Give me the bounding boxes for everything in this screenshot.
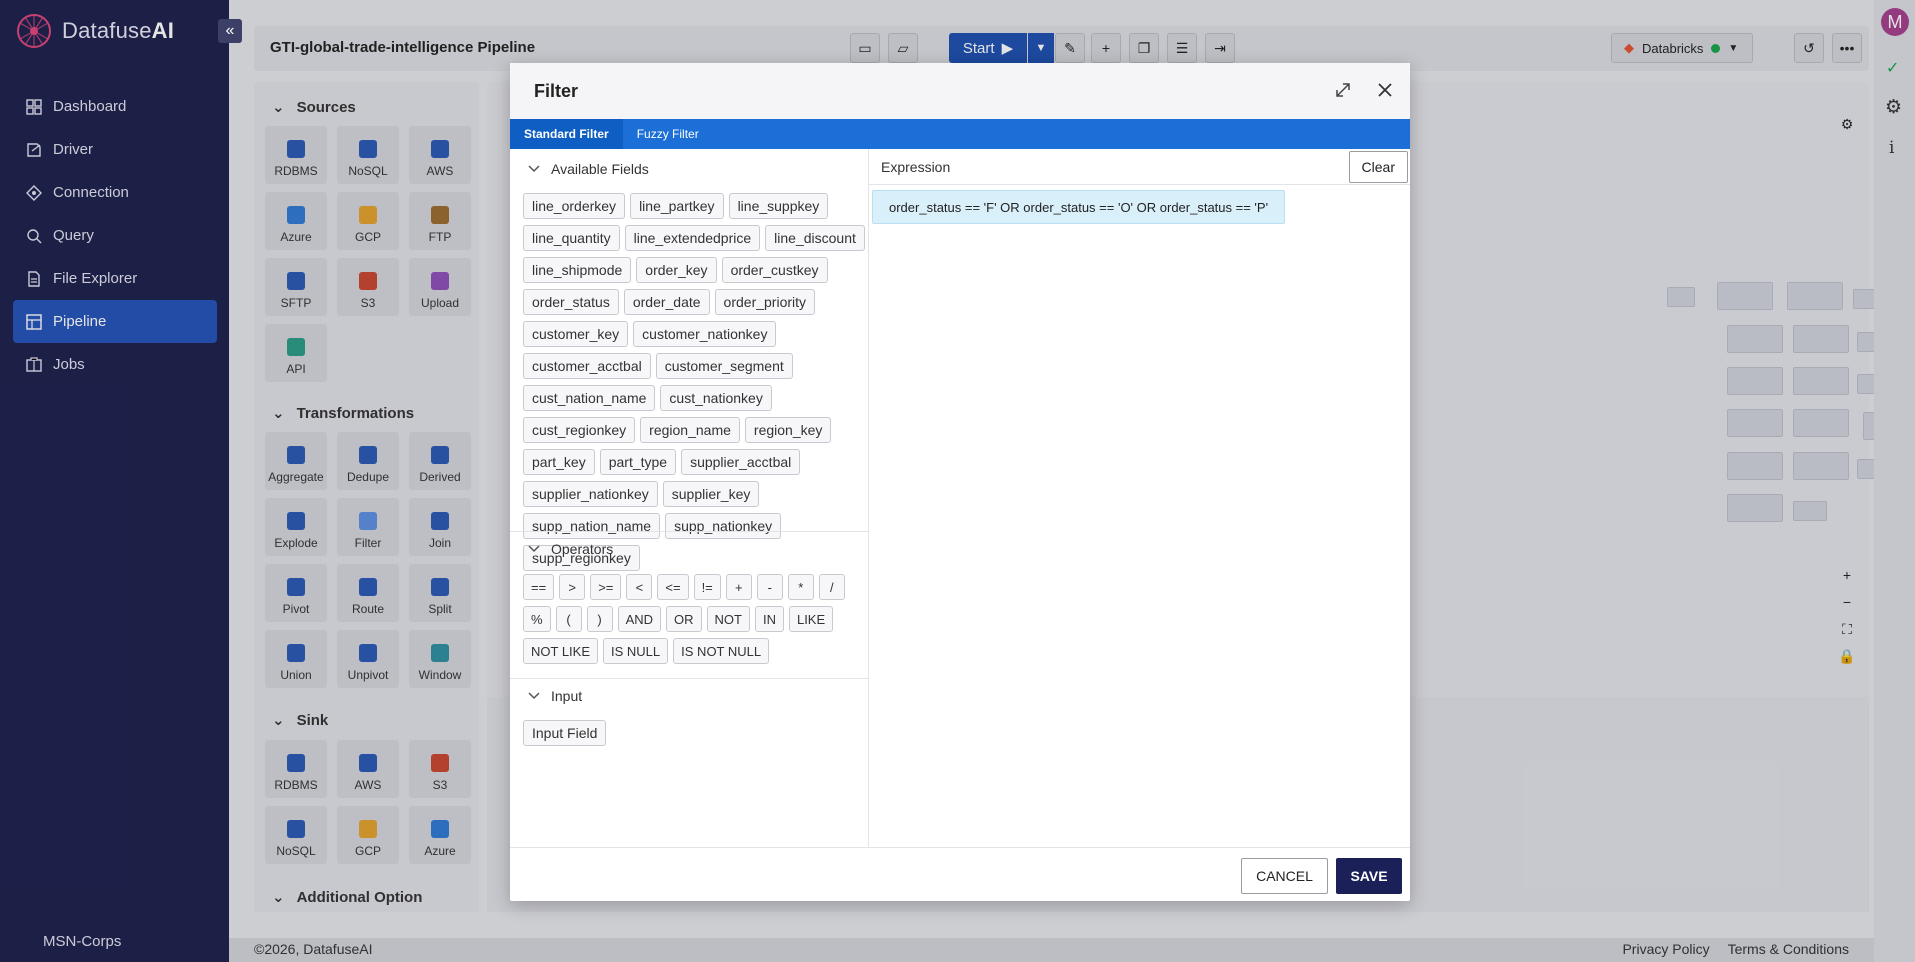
expression-header: Expression Clear <box>869 149 1410 185</box>
expression-label: Expression <box>881 159 951 175</box>
input-title: Input <box>551 688 583 704</box>
expand-icon <box>1336 83 1350 97</box>
operator-chip[interactable]: % <box>523 606 551 632</box>
input-toggle[interactable]: Input <box>528 688 582 704</box>
field-chip[interactable]: line_partkey <box>630 193 724 219</box>
field-chip[interactable]: supplier_nationkey <box>523 481 658 507</box>
field-chip[interactable]: cust_nation_name <box>523 385 656 411</box>
field-chip[interactable]: customer_acctbal <box>523 353 651 379</box>
operator-chip[interactable]: < <box>626 574 653 600</box>
operator-chip[interactable]: IN <box>754 606 784 632</box>
field-chip[interactable]: region_key <box>744 417 832 443</box>
collapse-sidebar-button[interactable]: « <box>218 19 242 43</box>
operator-chip[interactable]: AND <box>617 606 662 632</box>
field-chip[interactable]: line_orderkey <box>523 193 626 219</box>
section-divider <box>510 531 869 532</box>
filter-tabs: Standard Filter Fuzzy Filter <box>510 119 1410 149</box>
field-chip[interactable]: part_key <box>523 449 595 475</box>
operator-chip[interactable]: / <box>818 574 845 600</box>
operators-toggle[interactable]: Operators <box>528 541 613 557</box>
field-chip[interactable]: line_suppkey <box>728 193 829 219</box>
field-chip[interactable]: supplier_key <box>662 481 760 507</box>
operator-list: == > >= < <= != + - * / % ( ) AND OR NOT… <box>523 574 865 664</box>
close-button[interactable] <box>1372 77 1398 103</box>
operator-chip[interactable]: * <box>787 574 814 600</box>
operator-chip[interactable]: LIKE <box>788 606 834 632</box>
operator-chip[interactable]: + <box>725 574 752 600</box>
field-chip[interactable]: line_shipmode <box>523 257 632 283</box>
field-chip[interactable]: order_status <box>523 289 619 315</box>
expression-value[interactable]: order_status == 'F' OR order_status == '… <box>872 190 1286 224</box>
field-chip[interactable]: line_extendedprice <box>624 225 761 251</box>
tab-fuzzy-filter[interactable]: Fuzzy Filter <box>623 119 713 149</box>
available-fields-title: Available Fields <box>551 161 649 177</box>
chevron-down-icon <box>528 165 540 173</box>
operator-chip[interactable]: >= <box>590 574 622 600</box>
input-field-chip[interactable]: Input Field <box>523 720 607 746</box>
field-chip[interactable]: cust_regionkey <box>523 417 636 443</box>
operator-chip[interactable]: NOT LIKE <box>523 638 599 664</box>
operator-chip[interactable]: > <box>559 574 586 600</box>
modal-title: Filter <box>534 81 579 101</box>
tab-standard-filter[interactable]: Standard Filter <box>510 119 623 149</box>
operator-chip[interactable]: <= <box>657 574 689 600</box>
chevron-down-icon <box>528 692 540 700</box>
modal-body: Available Fields line_orderkey line_part… <box>510 149 1410 847</box>
clear-button[interactable]: Clear <box>1348 151 1408 183</box>
field-chip[interactable]: line_quantity <box>523 225 620 251</box>
field-chip[interactable]: order_priority <box>714 289 816 315</box>
expand-button[interactable] <box>1330 77 1356 103</box>
field-list: line_orderkey line_partkey line_suppkey … <box>523 193 865 571</box>
close-icon <box>1378 83 1392 97</box>
input-list: Input Field <box>523 720 865 746</box>
section-divider <box>510 678 869 679</box>
filter-modal: Filter Standard Filter Fuzzy Filter Avai… <box>510 63 1410 901</box>
field-chip[interactable]: cust_nationkey <box>660 385 772 411</box>
field-chip[interactable]: customer_segment <box>655 353 793 379</box>
field-chip[interactable]: line_discount <box>765 225 865 251</box>
modal-footer: CANCEL SAVE <box>510 847 1410 901</box>
cancel-button[interactable]: CANCEL <box>1241 858 1328 894</box>
field-chip[interactable]: order_date <box>623 289 710 315</box>
builder-panel: Available Fields line_orderkey line_part… <box>510 149 869 847</box>
field-chip[interactable]: region_name <box>640 417 740 443</box>
field-chip[interactable]: part_type <box>599 449 677 475</box>
field-chip[interactable]: customer_key <box>523 321 629 347</box>
field-chip[interactable]: order_custkey <box>721 257 828 283</box>
operator-chip[interactable]: IS NOT NULL <box>673 638 770 664</box>
save-button[interactable]: SAVE <box>1336 858 1402 894</box>
operator-chip[interactable]: NOT <box>706 606 750 632</box>
field-chip[interactable]: customer_nationkey <box>633 321 777 347</box>
modal-header: Filter <box>510 63 1410 119</box>
operator-chip[interactable]: != <box>693 574 721 600</box>
operator-chip[interactable]: IS NULL <box>603 638 669 664</box>
available-fields-toggle[interactable]: Available Fields <box>528 161 649 177</box>
field-chip[interactable]: supp_nationkey <box>665 513 782 539</box>
expression-panel: Expression Clear order_status == 'F' OR … <box>869 149 1410 847</box>
operator-chip[interactable]: ( <box>555 606 582 632</box>
field-chip[interactable]: order_key <box>636 257 717 283</box>
operator-chip[interactable]: ) <box>586 606 613 632</box>
operator-chip[interactable]: - <box>756 574 783 600</box>
chevron-down-icon <box>528 545 540 553</box>
operator-chip[interactable]: OR <box>666 606 702 632</box>
operators-title: Operators <box>551 541 614 557</box>
operator-chip[interactable]: == <box>523 574 555 600</box>
field-chip[interactable]: supp_nation_name <box>523 513 661 539</box>
field-chip[interactable]: supplier_acctbal <box>681 449 801 475</box>
